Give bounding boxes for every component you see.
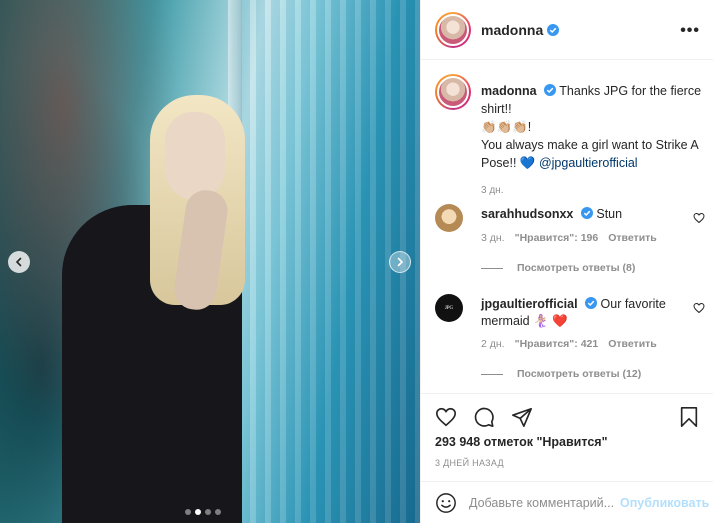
comment-time[interactable]: 3 дн.	[481, 232, 505, 244]
post-header: madonna •••	[421, 0, 713, 60]
comment-text: Stun	[596, 207, 623, 221]
author-username[interactable]: madonna	[481, 22, 543, 38]
author-avatar[interactable]	[435, 11, 471, 48]
comment-reply-button[interactable]: Ответить	[608, 232, 657, 244]
comment-author[interactable]: sarahhudsonxx	[481, 207, 573, 221]
comment-avatar[interactable]: JPG	[435, 294, 463, 322]
comment-like-icon[interactable]	[693, 212, 705, 224]
chevron-left-icon	[15, 257, 22, 267]
comment-input[interactable]	[469, 496, 614, 510]
add-comment-bar: Опубликовать	[421, 481, 713, 523]
carousel-dot-active	[195, 509, 201, 515]
comment-body: sarahhudsonxx Stun	[481, 206, 676, 223]
comment-avatar[interactable]	[435, 204, 463, 232]
caption-emojis: 👏🏼👏🏼👏🏼!	[481, 120, 532, 134]
caption-author[interactable]: madonna	[481, 84, 537, 98]
caption-mention-link[interactable]: @jpgaultierofficial	[539, 156, 638, 170]
publish-button[interactable]: Опубликовать	[620, 496, 709, 510]
comment-body: jpgaultierofficial Our favorite mermaid …	[481, 296, 676, 330]
comment-meta: 3 дн. "Нравится": 196 Ответить	[481, 232, 657, 244]
comment-author[interactable]: jpgaultierofficial	[481, 297, 578, 311]
post-side-panel: madonna ••• madonna Thanks JPG for the f…	[420, 0, 713, 523]
comment-icon[interactable]	[473, 406, 495, 428]
likes-count[interactable]: 293 948 отметок "Нравится"	[435, 435, 608, 449]
view-replies-button[interactable]: Посмотреть ответы (12)	[481, 368, 641, 380]
comment-time[interactable]: 2 дн.	[481, 338, 505, 350]
view-replies-label: Посмотреть ответы (8)	[517, 262, 636, 274]
comment-meta: 2 дн. "Нравится": 421 Ответить	[481, 338, 657, 350]
post-photo[interactable]	[0, 0, 420, 523]
view-replies-button[interactable]: Посмотреть ответы (8)	[481, 262, 635, 274]
comment-likes[interactable]: "Нравится": 421	[515, 338, 599, 350]
post-date[interactable]: 3 ДНЕЙ НАЗАД	[435, 458, 504, 468]
bookmark-icon	[680, 407, 698, 427]
caption-text: madonna Thanks JPG for the fierce shirt!…	[481, 82, 703, 200]
caption-avatar-image	[437, 76, 469, 108]
author-avatar-image	[437, 13, 469, 46]
person-face	[165, 112, 225, 200]
jpg-logo-icon: JPG	[444, 305, 454, 311]
action-icons	[435, 406, 533, 428]
verified-badge-icon	[585, 297, 598, 309]
carousel-dot	[185, 509, 191, 515]
carousel-next-button[interactable]	[389, 251, 411, 273]
replies-divider	[481, 267, 503, 269]
bookmark-button[interactable]	[678, 406, 700, 428]
heart-icon[interactable]	[435, 406, 457, 428]
caption-time[interactable]: 3 дн.	[481, 182, 703, 200]
comment-reply-button[interactable]: Ответить	[608, 338, 657, 350]
view-replies-label: Посмотреть ответы (12)	[517, 368, 642, 380]
post-actions: 293 948 отметок "Нравится" 3 ДНЕЙ НАЗАД …	[421, 393, 713, 523]
caption-avatar[interactable]	[435, 74, 471, 110]
replies-divider	[481, 373, 503, 375]
carousel-prev-button[interactable]	[8, 251, 30, 273]
emoji-icon[interactable]	[435, 492, 457, 514]
comment-likes[interactable]: "Нравится": 196	[515, 232, 599, 244]
carousel-dot	[205, 509, 211, 515]
chevron-right-icon	[397, 257, 404, 267]
verified-badge-icon	[580, 207, 593, 219]
more-options-button[interactable]: •••	[680, 22, 700, 40]
verified-badge-icon	[544, 84, 557, 96]
comments-section: madonna Thanks JPG for the fierce shirt!…	[421, 60, 713, 393]
comment-like-icon[interactable]	[693, 302, 705, 314]
carousel-dot	[215, 509, 221, 515]
share-icon[interactable]	[511, 406, 533, 428]
carousel-dots	[185, 509, 221, 515]
verified-badge-icon	[547, 23, 560, 36]
